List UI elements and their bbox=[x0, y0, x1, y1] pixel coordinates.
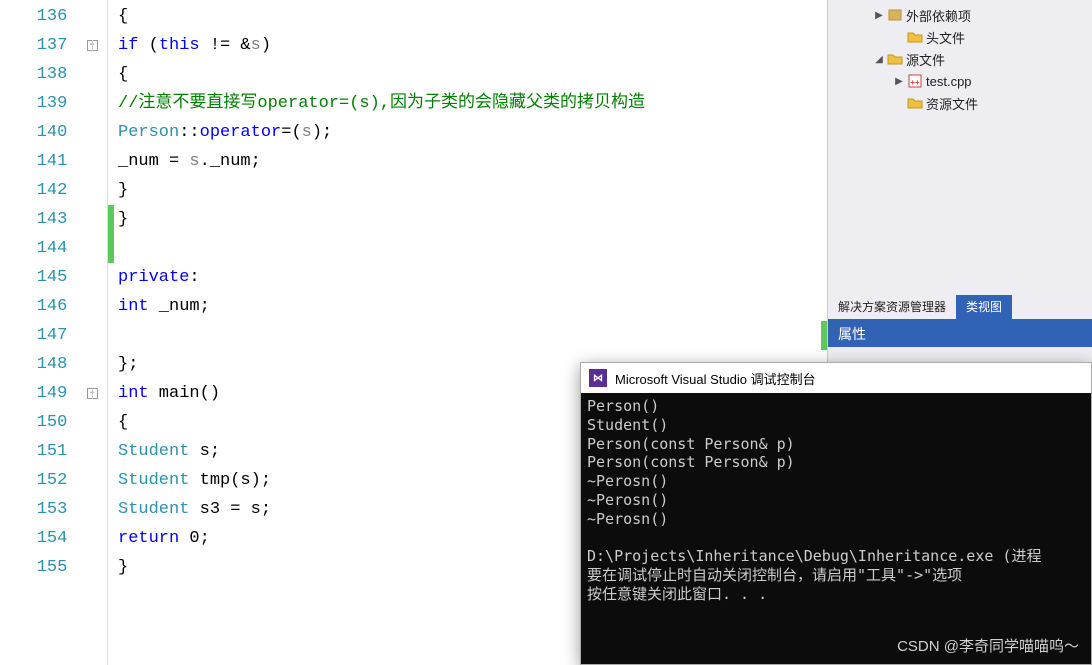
tree-item[interactable]: 资源文件 bbox=[832, 92, 1088, 114]
watermark: CSDN @李奇同学喵喵呜～ bbox=[897, 635, 1079, 656]
line-number: 151 bbox=[0, 437, 107, 466]
gutter[interactable]: 136137−138139140141142143144145146147148… bbox=[0, 0, 108, 665]
tree-item-label: 头文件 bbox=[926, 28, 965, 47]
line-number: 155 bbox=[0, 553, 107, 582]
expand-arrow-icon[interactable]: ▶ bbox=[872, 10, 886, 21]
code-line[interactable]: _num = s._num; bbox=[118, 147, 827, 176]
tree-item-label: 源文件 bbox=[906, 50, 945, 69]
code-line[interactable]: int _num; bbox=[118, 292, 827, 321]
debug-console-window[interactable]: ⋈ Microsoft Visual Studio 调试控制台 Person()… bbox=[580, 362, 1092, 665]
line-number: 149− bbox=[0, 379, 107, 408]
expand-arrow-icon[interactable]: ▶ bbox=[892, 76, 906, 87]
code-line[interactable] bbox=[118, 321, 827, 350]
solution-tree[interactable]: ▶外部依赖项头文件◢源文件▶++test.cpp资源文件 bbox=[828, 0, 1092, 295]
code-line[interactable]: if (this != &s) bbox=[118, 31, 827, 60]
tree-item[interactable]: ▶ 外部依赖项 bbox=[832, 4, 1088, 26]
code-line[interactable]: //注意不要直接写operator=(s),因为子类的会隐藏父类的拷贝构造 bbox=[118, 89, 827, 118]
tree-item[interactable]: ◢ 源文件 bbox=[832, 48, 1088, 70]
dep-icon bbox=[886, 7, 904, 23]
tab-solution-explorer[interactable]: 解决方案资源管理器 bbox=[828, 295, 956, 319]
tree-item-label: test.cpp bbox=[926, 74, 972, 89]
vs-icon: ⋈ bbox=[589, 369, 607, 387]
folder-icon bbox=[886, 51, 904, 67]
line-number: 148 bbox=[0, 350, 107, 379]
line-number: 152 bbox=[0, 466, 107, 495]
tab-class-view[interactable]: 类视图 bbox=[956, 295, 1012, 319]
folder-icon bbox=[906, 29, 924, 45]
tree-item-label: 外部依赖项 bbox=[906, 6, 971, 25]
code-line[interactable]: private: bbox=[118, 263, 827, 292]
line-number: 145 bbox=[0, 263, 107, 292]
line-number: 140 bbox=[0, 118, 107, 147]
tree-item-label: 资源文件 bbox=[926, 94, 978, 113]
tree-item[interactable]: 头文件 bbox=[832, 26, 1088, 48]
panel-tabs: 解决方案资源管理器 类视图 bbox=[828, 295, 1092, 319]
line-number: 150 bbox=[0, 408, 107, 437]
line-number: 137− bbox=[0, 31, 107, 60]
line-number: 147 bbox=[0, 321, 107, 350]
line-number: 154 bbox=[0, 524, 107, 553]
console-title-text: Microsoft Visual Studio 调试控制台 bbox=[615, 369, 816, 388]
line-number: 146 bbox=[0, 292, 107, 321]
code-line[interactable]: { bbox=[118, 2, 827, 31]
line-number: 142 bbox=[0, 176, 107, 205]
line-number: 153 bbox=[0, 495, 107, 524]
properties-header[interactable]: 属性 bbox=[828, 319, 1092, 347]
code-line[interactable]: } bbox=[118, 176, 827, 205]
line-number: 144 bbox=[0, 234, 107, 263]
expand-arrow-icon[interactable]: ◢ bbox=[872, 54, 886, 65]
code-line[interactable] bbox=[118, 234, 827, 263]
folder-icon bbox=[906, 95, 924, 111]
line-number: 141 bbox=[0, 147, 107, 176]
line-number: 136 bbox=[0, 2, 107, 31]
line-number: 139 bbox=[0, 89, 107, 118]
console-output[interactable]: Person() Student() Person(const Person& … bbox=[581, 393, 1091, 664]
code-line[interactable]: { bbox=[118, 60, 827, 89]
cpp-icon: ++ bbox=[906, 73, 924, 89]
tree-item[interactable]: ▶ ++ test.cpp bbox=[832, 70, 1088, 92]
console-titlebar[interactable]: ⋈ Microsoft Visual Studio 调试控制台 bbox=[581, 363, 1091, 393]
line-number: 143 bbox=[0, 205, 107, 234]
svg-text:++: ++ bbox=[910, 78, 920, 87]
code-line[interactable]: Person::operator=(s); bbox=[118, 118, 827, 147]
code-line[interactable]: } bbox=[118, 205, 827, 234]
line-number: 138 bbox=[0, 60, 107, 89]
